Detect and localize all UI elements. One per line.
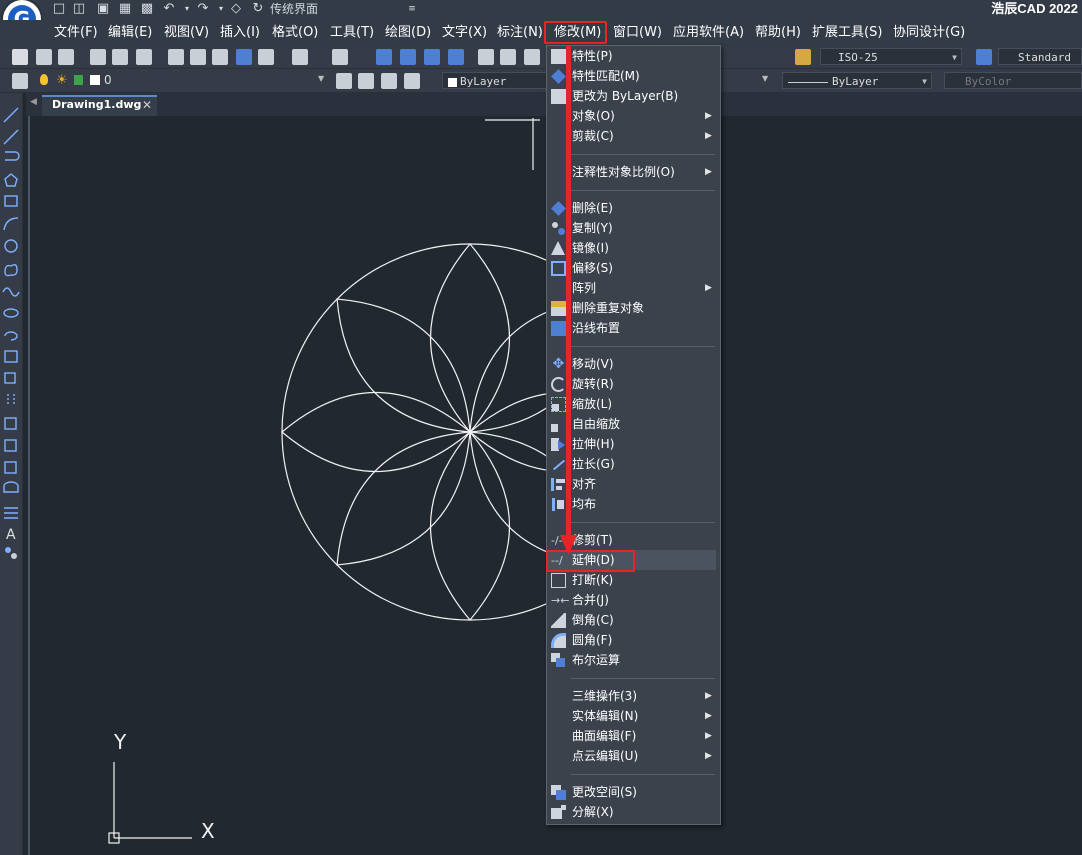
- petal: [429, 431, 511, 621]
- submenu-arrow-icon: ▶: [705, 751, 712, 761]
- menu-item-lengthen[interactable]: 拉长(G): [572, 455, 615, 473]
- menu-item-match-properties[interactable]: 特性匹配(M): [572, 67, 640, 85]
- menu-separator: [571, 522, 715, 523]
- menu-item-stretch[interactable]: 拉伸(H): [572, 435, 614, 453]
- menu-item-scale[interactable]: 缩放(L): [572, 395, 612, 413]
- menu-item-surface-editing[interactable]: 曲面编辑(F): [572, 727, 636, 745]
- menu-item-change-space[interactable]: 更改空间(S): [572, 783, 637, 801]
- break-icon: [551, 573, 566, 588]
- red-arrow-icon: [560, 45, 577, 555]
- change-space-icon: [551, 785, 566, 800]
- menu-item-trim[interactable]: 修剪(T): [572, 531, 613, 549]
- menu-item-move[interactable]: 移动(V): [572, 355, 614, 373]
- menu-item-solid-editing[interactable]: 实体编辑(N): [572, 707, 638, 725]
- menu-separator: [571, 774, 715, 775]
- menu-item-copy[interactable]: 复制(Y): [572, 219, 613, 237]
- menu-item-along-line[interactable]: 沿线布置: [572, 319, 620, 337]
- menu-item-offset[interactable]: 偏移(S): [572, 259, 613, 277]
- submenu-arrow-icon: ▶: [705, 111, 712, 121]
- submenu-arrow-icon: ▶: [705, 731, 712, 741]
- menu-item-3d-operations[interactable]: 三维操作(3): [572, 687, 637, 705]
- menu-item-break[interactable]: 打断(K): [572, 571, 613, 589]
- menu-item-annotative-scale[interactable]: 注释性对象比例(O): [572, 163, 675, 181]
- menu-item-boolean[interactable]: 布尔运算: [572, 651, 620, 669]
- boolean-icon: [551, 653, 566, 668]
- menu-item-rotate[interactable]: 旋转(R): [572, 375, 614, 393]
- submenu-arrow-icon: ▶: [705, 691, 712, 701]
- menu-item-pointcloud-editing[interactable]: 点云编辑(U): [572, 747, 638, 765]
- menu-separator: [571, 190, 715, 191]
- petal: [281, 391, 471, 473]
- menu-item-delete-duplicates[interactable]: 删除重复对象: [572, 299, 644, 317]
- petal: [336, 431, 471, 566]
- menu-item-properties[interactable]: 特性(P): [572, 47, 613, 65]
- menu-separator: [571, 346, 715, 347]
- explode-icon: [551, 805, 566, 820]
- menu-item-clip[interactable]: 剪裁(C): [572, 127, 614, 145]
- ucs-y-label: Y: [114, 730, 127, 754]
- menu-item-set-bylayer[interactable]: 更改为 ByLayer(B): [572, 87, 678, 105]
- menu-item-explode[interactable]: 分解(X): [572, 803, 614, 821]
- menu-item-free-scale[interactable]: 自由缩放: [572, 415, 620, 433]
- menu-item-chamfer[interactable]: 倒角(C): [572, 611, 614, 629]
- menu-item-object[interactable]: 对象(O): [572, 107, 615, 125]
- join-icon: →←: [551, 594, 570, 607]
- petal: [336, 298, 471, 433]
- submenu-arrow-icon: ▶: [705, 283, 712, 293]
- submenu-arrow-icon: ▶: [705, 131, 712, 141]
- submenu-arrow-icon: ▶: [705, 711, 712, 721]
- menu-item-fillet[interactable]: 圆角(F): [572, 631, 612, 649]
- drawing-geometry: [108, 118, 659, 844]
- menu-separator: [571, 678, 715, 679]
- menu-separator: [571, 154, 715, 155]
- ucs-x-label: X: [201, 819, 215, 843]
- submenu-arrow-icon: ▶: [705, 167, 712, 177]
- chamfer-icon: [551, 613, 566, 628]
- petal: [429, 243, 511, 433]
- menu-item-erase[interactable]: 删除(E): [572, 199, 613, 217]
- menu-item-join[interactable]: 合并(J): [572, 591, 609, 609]
